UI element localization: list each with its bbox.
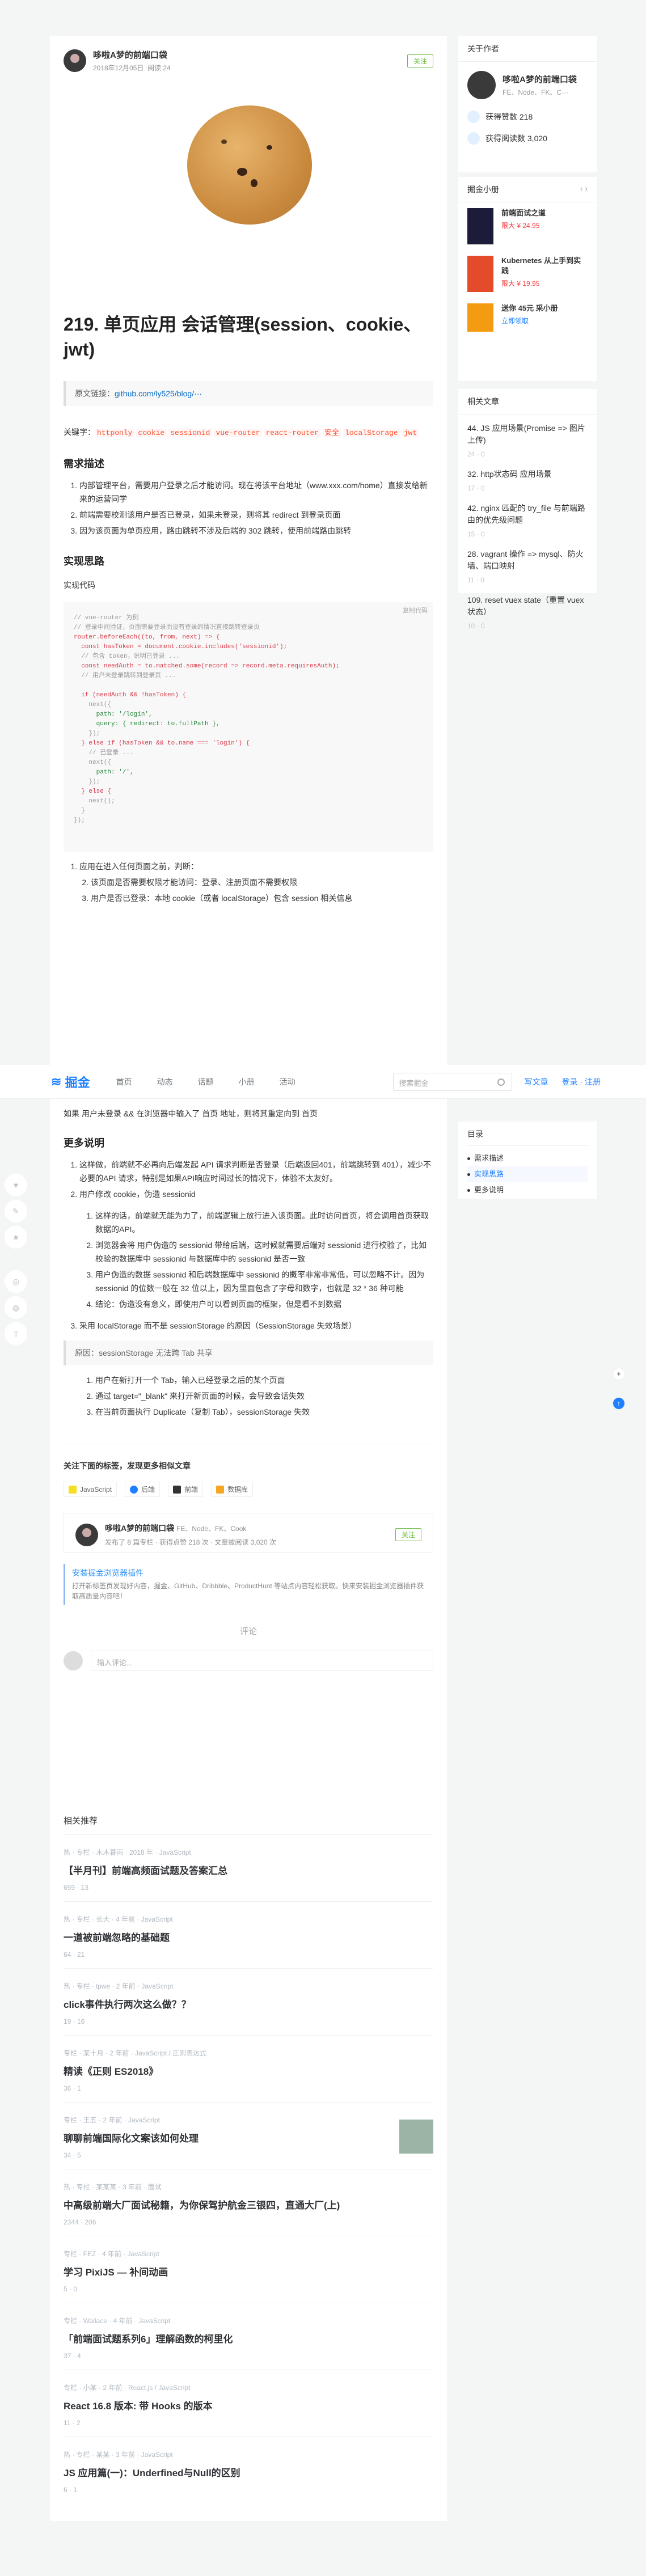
juejin-logo-icon: ≋	[51, 1074, 62, 1089]
nav-feed[interactable]: 动态	[157, 1076, 173, 1088]
about-author-panel: 关于作者 哆啦A梦的前端口袋 FE、Node、FK、C··· 获得赞数 218 获…	[458, 36, 597, 172]
source-link-block: 原文链接：github.com/ly525/blog/···	[64, 381, 433, 406]
top-header: ≋ 掘金 首页 动态 话题 小册 活动 搜索掘金 写文章 登录 · 注册	[0, 1065, 646, 1099]
frontend-icon	[173, 1485, 181, 1494]
logo[interactable]: ≋ 掘金	[51, 1073, 90, 1091]
like-icon[interactable]: ♥	[5, 1174, 27, 1196]
plus-icon[interactable]: +	[613, 1368, 625, 1380]
list-item[interactable]: 专栏 · 小某 · 2 年前 · React.js / JavaScript Re…	[64, 2370, 433, 2437]
list-item[interactable]: 热 · 专栏 · 某某 · 3 年前 · JavaScript JS 应用篇(一)…	[64, 2437, 433, 2504]
toc-item[interactable]: 更多说明	[467, 1182, 588, 1198]
heading-need: 需求描述	[64, 458, 104, 469]
books-panel: 掘金小册 ‹ › 前端面试之道 限大 ¥ 24.95 Kubernetes 从上手到…	[458, 177, 597, 381]
need-list: 内部管理平台，需要用户登录之后才能访问。现在将该平台地址（www.xxx.com…	[79, 479, 433, 538]
login-button[interactable]: 登录 · 注册	[562, 1076, 601, 1088]
list-item[interactable]: 专栏 · Wallace · 4 年前 · JavaScript 「前端面试题系列…	[64, 2303, 433, 2370]
avatar	[64, 1651, 83, 1670]
related-item[interactable]: 44. JS 应用场景(Promise => 图片上传) 24 · 0	[458, 414, 597, 460]
comment-input[interactable]: 输入评论...	[91, 1651, 433, 1671]
main-nav: 首页 动态 话题 小册 活动	[116, 1076, 320, 1088]
backend-icon	[130, 1485, 138, 1494]
author-card: 哆啦A梦的前端口袋 FE、Node、FK、Cook 发布了 8 篇专栏 · 获得…	[64, 1513, 433, 1553]
list-item[interactable]: 热 · 专栏 · 长大 · 4 年前 · JavaScript 一道被前端忽略的基…	[64, 1902, 433, 1969]
table-of-contents: 目录 需求描述 实现思路 更多说明	[458, 1122, 597, 1199]
article-title: 219. 单页应用 会话管理(session、cookie、jwt)	[64, 314, 422, 359]
tag-javascript[interactable]: JavaScript	[64, 1482, 117, 1497]
toc-item[interactable]: 需求描述	[467, 1150, 588, 1166]
book-item[interactable]: Kubernetes 从上手到实践 限大 ¥ 19.95	[458, 250, 597, 298]
comment-icon[interactable]: ✎	[5, 1200, 27, 1223]
related-item[interactable]: 109. reset vuex state（重置 vuex 状态） 10 · 0	[458, 586, 597, 632]
database-icon	[216, 1485, 225, 1494]
list-item[interactable]: 专栏 · 某十月 · 2 年前 · JavaScript / 正则表达式 精读《正…	[64, 2036, 433, 2103]
tag-database[interactable]: 数据库	[211, 1482, 254, 1497]
book-item[interactable]: 送你 45元 采小册 立即领取	[458, 298, 597, 337]
thumbnail	[399, 2120, 433, 2154]
book-item[interactable]: 前端面试之道 限大 ¥ 24.95	[458, 202, 597, 250]
search-input[interactable]: 搜索掘金	[392, 1072, 512, 1091]
share-icon[interactable]: ⇪	[5, 1322, 27, 1345]
source-link[interactable]: github.com/ly525/blog/···	[115, 389, 202, 398]
cover-image	[64, 71, 433, 310]
heading-more: 更多说明	[64, 1137, 104, 1149]
follow-button[interactable]: 关注	[395, 1528, 421, 1541]
tag-section: 关注下面的标签，发现更多相似文章 JavaScript 后端 前端 数据库	[64, 1444, 433, 1497]
list-item[interactable]: 热 · 专栏 · 某某某 · 3 年前 · 面试 中高级前端大厂面试秘籍，为你保驾…	[64, 2169, 433, 2236]
comments-heading: 评论	[239, 1627, 257, 1636]
wechat-icon[interactable]: ◍	[5, 1296, 27, 1319]
collect-icon[interactable]: ★	[5, 1226, 27, 1249]
nav-events[interactable]: 活动	[280, 1076, 295, 1088]
list-item[interactable]: 热 · 专栏 · lpwe · 2 年前 · JavaScript click事件…	[64, 1969, 433, 2036]
code-block: 复制代码 // vue-router 为例// 登录中间验证，页面需要登录而没有…	[64, 602, 433, 852]
avatar[interactable]	[75, 1523, 98, 1546]
back-to-top-icon[interactable]: ↑	[613, 1397, 625, 1410]
note-block: 原因：sessionStorage 无法跨 Tab 共享	[64, 1340, 433, 1365]
follow-button[interactable]: 关注	[407, 54, 433, 67]
related-item[interactable]: 42. nginx 匹配的 try_file 与前端路由的优先级问题 15 · 0	[458, 494, 597, 540]
heading-impl: 实现思路	[64, 556, 104, 567]
carousel-arrows-icon[interactable]: ‹ ›	[580, 184, 588, 193]
avatar[interactable]	[467, 71, 496, 99]
thumbs-up-icon	[467, 111, 480, 123]
write-article-button[interactable]: 写文章	[525, 1076, 548, 1088]
avatar[interactable]	[64, 49, 86, 72]
weibo-icon[interactable]: ◎	[5, 1270, 27, 1293]
nav-books[interactable]: 小册	[239, 1076, 255, 1088]
more-list: 这样做，前端就不必再向后端发起 API 请求判断是否登录（后端返回401，前端跳…	[79, 1158, 433, 1201]
eye-icon	[467, 132, 480, 145]
tag-backend[interactable]: 后端	[125, 1482, 161, 1497]
related-item[interactable]: 28. vagrant 操作 => mysql、防火墙、端口映射 11 · 0	[458, 540, 597, 586]
javascript-icon	[69, 1485, 77, 1494]
author-name[interactable]: 哆啦A梦的前端口袋	[93, 49, 171, 61]
list-item[interactable]: 专栏 · 王五 · 2 年前 · JavaScript 聊聊前端国际化文案该如何处…	[64, 2103, 433, 2169]
keywords: 关键字： httponly cookie sessionid vue-router rea…	[64, 425, 433, 440]
comment-box: 输入评论...	[64, 1651, 433, 1671]
related-item[interactable]: 32. http状态码 应用场景 17 · 0	[458, 460, 597, 494]
extension-promo[interactable]: 安装掘金浏览器插件 打开新标签页发现好内容，掘金、GitHub、Dribbble…	[64, 1564, 433, 1605]
toc-item[interactable]: 实现思路	[467, 1166, 588, 1182]
cookie-image	[187, 105, 312, 225]
recommend-list: 相关推荐 热 · 专栏 · 木木暮雨 · 2018 年 · JavaScript…	[50, 1803, 447, 2521]
list-item[interactable]: 专栏 · FEZ · 4 年前 · JavaScript 学习 PixiJS — …	[64, 2236, 433, 2303]
related-articles-panel: 相关文章 44. JS 应用场景(Promise => 图片上传) 24 · 0 …	[458, 389, 597, 630]
copy-code-button[interactable]: 复制代码	[403, 607, 428, 616]
nav-topics[interactable]: 话题	[198, 1076, 214, 1088]
list-item[interactable]: 热 · 专栏 · 木木暮雨 · 2018 年 · JavaScript 【半月刊】…	[64, 1835, 433, 1902]
article-card: 哆啦A梦的前端口袋 2018年12月05日 阅读 24 关注 219. 单页应用…	[50, 36, 447, 1142]
tag-frontend[interactable]: 前端	[168, 1482, 204, 1497]
article-continued: 如果 用户未登录 && 在浏览器中输入了 首页 地址，则将其重定向到 首页 更多…	[50, 1099, 447, 1887]
post-date: 2018年12月05日	[93, 64, 144, 72]
read-count: 阅读 24	[147, 64, 171, 72]
nav-home[interactable]: 首页	[116, 1076, 132, 1088]
author-row: 哆啦A梦的前端口袋 2018年12月05日 阅读 24 关注	[64, 36, 433, 72]
steps-list: 应用在进入任何页面之前，判断： 该页面是否需要权限才能访问：登录、注册页面不需要…	[79, 860, 433, 905]
